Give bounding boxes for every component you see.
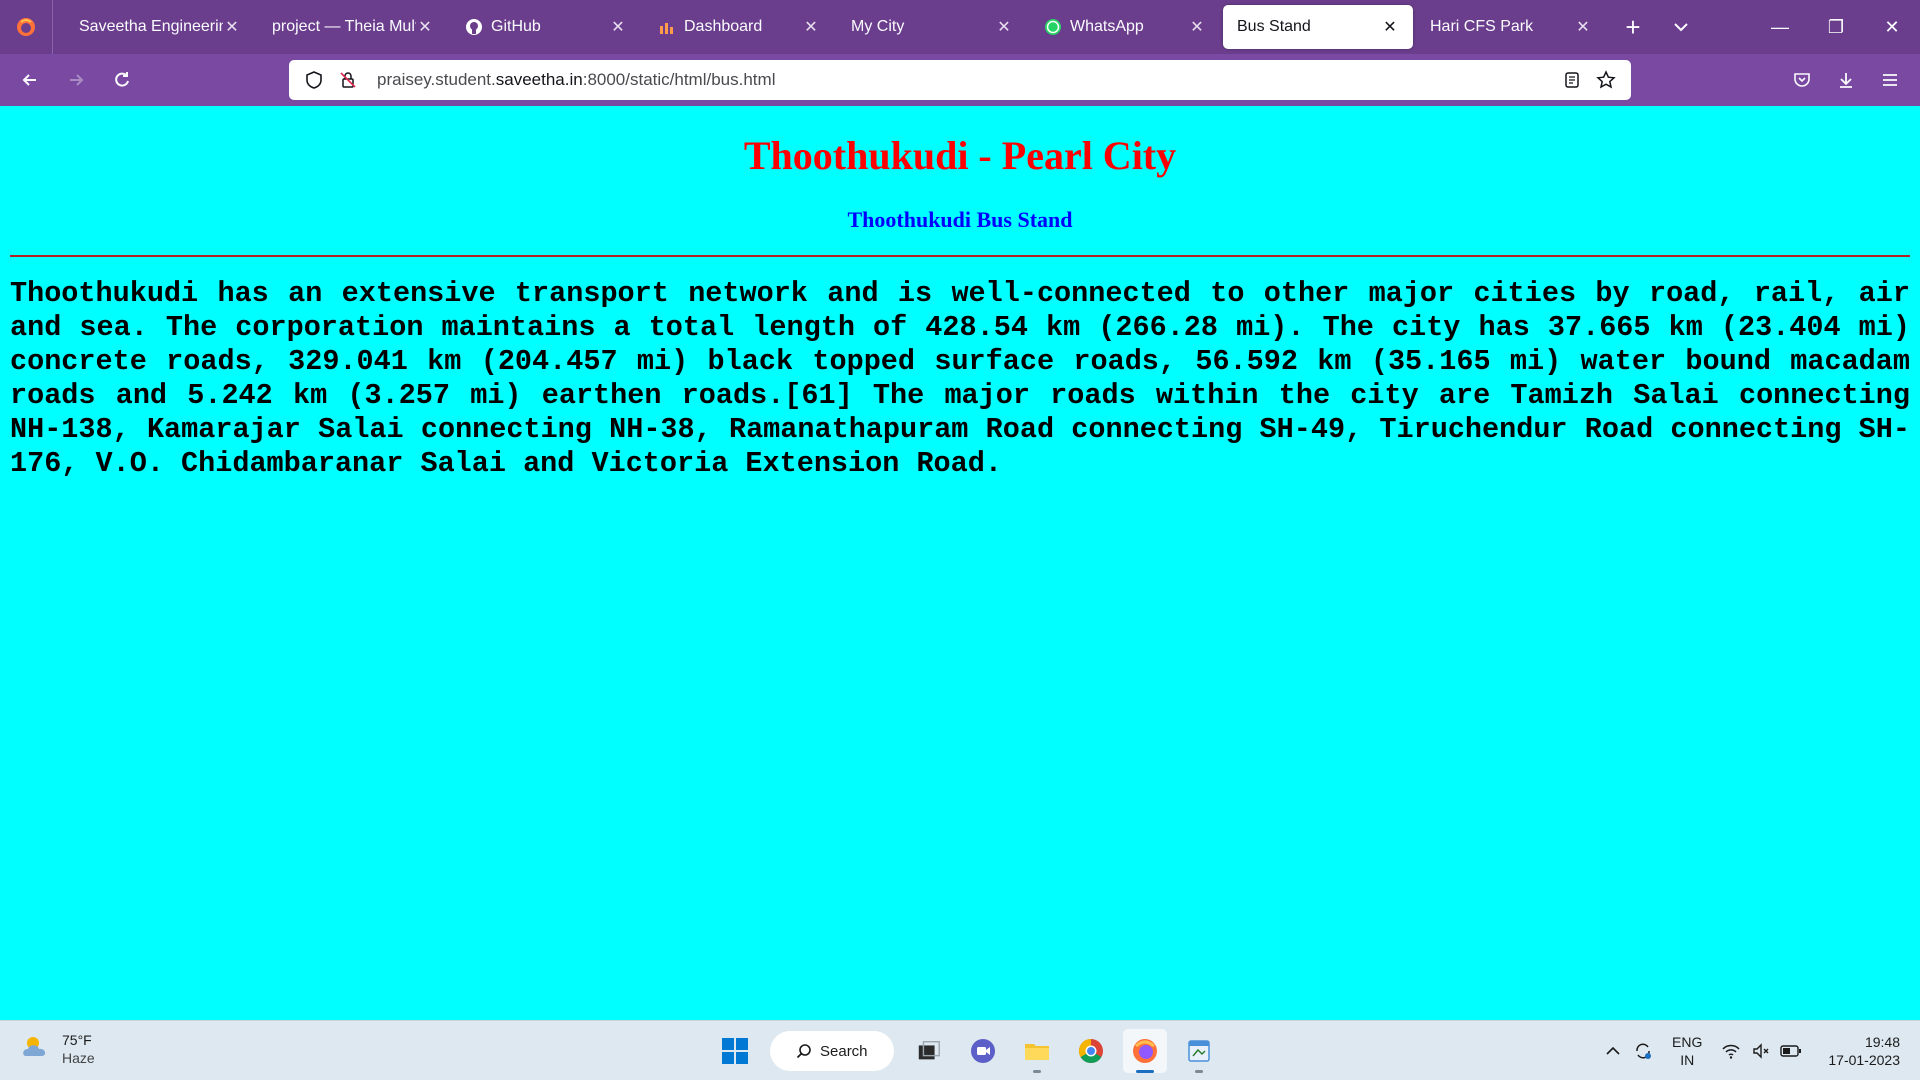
close-icon[interactable]: ✕ — [1574, 18, 1592, 36]
close-icon[interactable]: ✕ — [223, 18, 241, 36]
close-icon[interactable]: ✕ — [416, 18, 434, 36]
tracking-protection-shield-icon[interactable] — [301, 67, 327, 93]
tab-saveetha[interactable]: Saveetha Engineering ✕ — [65, 5, 255, 49]
tab-title: Saveetha Engineering — [79, 18, 223, 35]
weather-widget[interactable]: 75°F Haze — [20, 1031, 95, 1067]
hamburger-menu-icon[interactable] — [1868, 60, 1912, 100]
clock-time: 19:48 — [1864, 1034, 1900, 1050]
language-indicator[interactable]: ENG IN — [1672, 1033, 1702, 1069]
bookmark-star-icon[interactable] — [1593, 67, 1619, 93]
chrome-icon[interactable] — [1069, 1029, 1113, 1073]
close-window-button[interactable]: ✕ — [1864, 0, 1920, 54]
running-indicator — [1195, 1070, 1203, 1073]
tab-title: My City — [851, 18, 905, 35]
paint-app-icon[interactable] — [1177, 1029, 1221, 1073]
address-bar[interactable]: praisey.student.saveetha.in:8000/static/… — [289, 60, 1631, 100]
restore-button[interactable]: ❐ — [1808, 0, 1864, 54]
tab-title: project — Theia Multi- — [272, 18, 416, 35]
url-prefix: praisey.student. — [377, 70, 496, 89]
whatsapp-icon — [1044, 18, 1062, 36]
taskbar-pinned-apps: Search — [708, 1029, 1226, 1073]
tab-bus-stand[interactable]: Bus Stand ✕ — [1223, 5, 1413, 49]
region-code: IN — [1680, 1052, 1695, 1068]
horizontal-rule — [10, 255, 1910, 257]
close-icon[interactable]: ✕ — [609, 18, 627, 36]
system-tray: ENG IN 19:48 17-01-2023 — [1598, 1029, 1900, 1073]
forward-button[interactable] — [54, 60, 98, 100]
tab-title: Bus Stand — [1237, 18, 1311, 35]
url-text[interactable]: praisey.student.saveetha.in:8000/static/… — [377, 70, 1559, 90]
tab-title: GitHub — [491, 18, 541, 35]
dashboard-icon — [658, 18, 676, 36]
transport-paragraph: Thoothukudi has an extensive transport n… — [10, 277, 1910, 480]
list-all-tabs-button[interactable] — [1657, 5, 1705, 49]
task-view-icon[interactable] — [907, 1029, 951, 1073]
reader-view-icon[interactable] — [1559, 67, 1585, 93]
navigation-toolbar: praisey.student.saveetha.in:8000/static/… — [0, 54, 1920, 106]
language-code: ENG — [1672, 1034, 1703, 1050]
github-icon — [465, 18, 483, 36]
windows-start-icon[interactable] — [713, 1029, 757, 1073]
toolbar-right — [1780, 60, 1912, 100]
tab-dashboard[interactable]: Dashboard ✕ — [644, 5, 834, 49]
active-indicator — [1136, 1070, 1154, 1073]
clock-date: 17-01-2023 — [1828, 1052, 1900, 1068]
tab-separator — [52, 0, 53, 54]
weather-temperature: 75°F — [62, 1032, 92, 1048]
url-path: :8000/static/html/bus.html — [582, 70, 776, 89]
chevron-up-icon[interactable] — [1598, 1043, 1628, 1059]
page-heading: Thoothukudi - Pearl City — [743, 133, 1177, 178]
close-icon[interactable]: ✕ — [1188, 18, 1206, 36]
tab-title: Dashboard — [684, 18, 763, 35]
tab-title: Hari CFS Park — [1430, 18, 1534, 35]
close-icon[interactable]: ✕ — [995, 18, 1013, 36]
tab-github[interactable]: GitHub ✕ — [451, 5, 641, 49]
search-label: Search — [820, 1042, 868, 1060]
search-icon — [796, 1044, 811, 1059]
tab-my-city[interactable]: My City ✕ — [837, 5, 1027, 49]
reload-button[interactable] — [100, 60, 144, 100]
windows-taskbar: 75°F Haze Search ENG IN 19:48 17-01-2023 — [0, 1020, 1920, 1080]
close-icon[interactable]: ✕ — [1381, 18, 1399, 36]
file-explorer-icon[interactable] — [1015, 1029, 1059, 1073]
tab-whatsapp[interactable]: WhatsApp ✕ — [1030, 5, 1220, 49]
wifi-icon[interactable] — [1716, 1041, 1746, 1061]
tab-theia-project[interactable]: project — Theia Multi- ✕ — [258, 5, 448, 49]
back-button[interactable] — [8, 60, 52, 100]
page-subheading: Thoothukudi Bus Stand — [847, 207, 1073, 232]
teams-chat-icon[interactable] — [961, 1029, 1005, 1073]
firefox-taskbar-icon[interactable] — [1123, 1029, 1167, 1073]
new-tab-button[interactable]: + — [1609, 5, 1657, 49]
taskbar-search-box[interactable]: Search — [770, 1031, 894, 1071]
volume-muted-icon[interactable] — [1746, 1041, 1776, 1061]
minimize-button[interactable]: — — [1752, 0, 1808, 54]
haze-weather-icon — [20, 1032, 54, 1067]
tab-hari-cfs-park[interactable]: Hari CFS Park ✕ — [1416, 5, 1606, 49]
insecure-lock-icon[interactable] — [335, 67, 361, 93]
battery-icon[interactable] — [1776, 1044, 1806, 1058]
close-icon[interactable]: ✕ — [802, 18, 820, 36]
firefox-menu-icon[interactable] — [0, 0, 52, 54]
sync-icon[interactable] — [1628, 1041, 1658, 1061]
weather-description: Haze — [62, 1050, 95, 1066]
downloads-icon[interactable] — [1824, 60, 1868, 100]
clock[interactable]: 19:48 17-01-2023 — [1828, 1033, 1900, 1069]
tab-title: WhatsApp — [1070, 18, 1144, 35]
url-domain: saveetha.in — [495, 70, 583, 89]
running-indicator — [1033, 1070, 1041, 1073]
tab-strip: Saveetha Engineering ✕ project — Theia M… — [0, 0, 1920, 54]
pocket-icon[interactable] — [1780, 60, 1824, 100]
web-page-content: Thoothukudi - Pearl City Thoothukudi Bus… — [0, 106, 1920, 1020]
window-controls: — ❐ ✕ — [1752, 0, 1920, 54]
